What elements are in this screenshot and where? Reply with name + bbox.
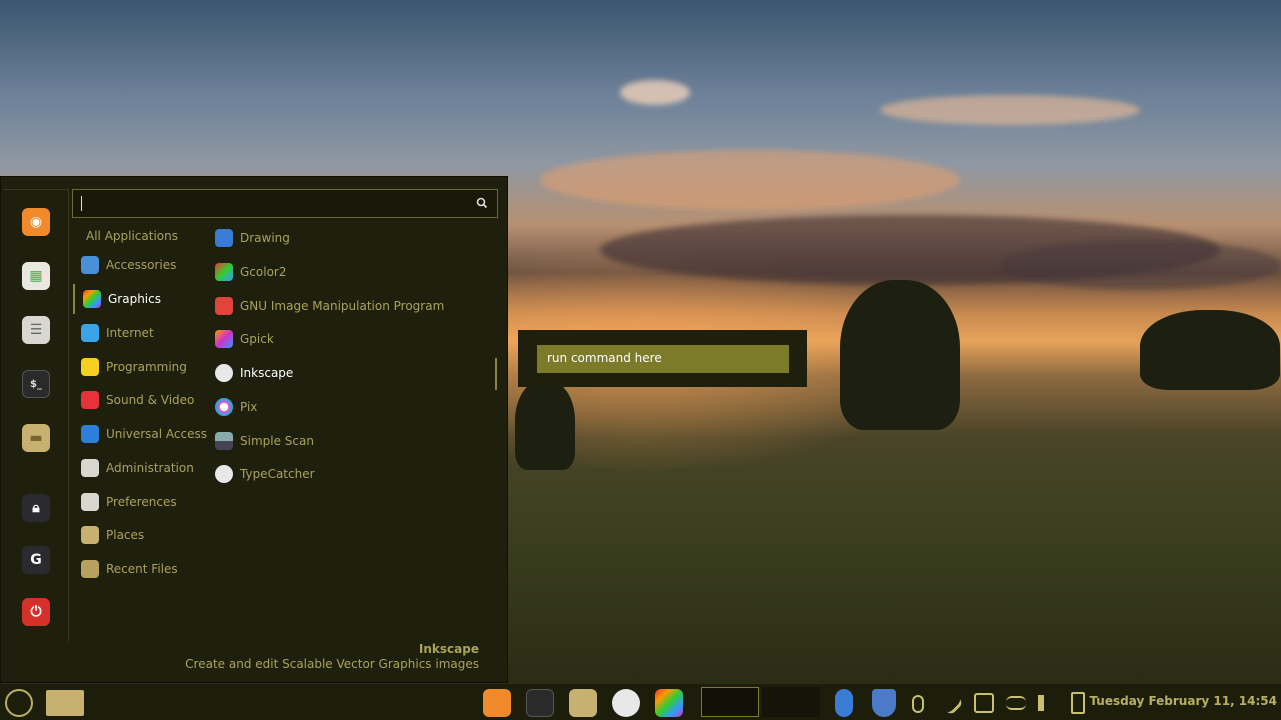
category-preferences[interactable]: Preferences <box>73 487 205 517</box>
run-command-dialog: run command here <box>518 330 807 387</box>
software-manager-icon[interactable]: ▦ <box>22 262 50 290</box>
description-text: Create and edit Scalable Vector Graphics… <box>185 657 479 671</box>
accessibility-icon <box>81 425 99 443</box>
clock[interactable]: Tuesday February 11, 14:54 <box>1089 694 1277 708</box>
category-internet[interactable]: Internet <box>73 318 205 348</box>
sound-video-icon <box>81 391 99 409</box>
update-manager-icon[interactable] <box>872 689 896 717</box>
graphics-app-icon[interactable] <box>655 689 683 717</box>
scrollbar[interactable] <box>495 358 497 390</box>
show-desktop-icon[interactable] <box>46 690 84 716</box>
drawing-icon <box>215 229 233 247</box>
network-disconnected-icon[interactable] <box>1006 696 1026 710</box>
category-programming[interactable]: Programming <box>73 352 205 382</box>
scanner-icon <box>215 432 233 450</box>
administration-icon <box>81 459 99 477</box>
app-pix[interactable]: Pix <box>211 392 491 422</box>
category-label: Sound & Video <box>106 393 195 407</box>
category-places[interactable]: Places <box>73 520 205 550</box>
category-recent-files[interactable]: Recent Files <box>73 554 205 584</box>
file-manager-icon[interactable] <box>569 689 597 717</box>
lightbulb-icon[interactable] <box>912 695 924 713</box>
terminal-icon[interactable]: $_ <box>22 370 50 398</box>
app-label: Inkscape <box>240 366 294 380</box>
category-graphics[interactable]: Graphics <box>73 284 205 314</box>
typecatcher-icon <box>215 465 233 483</box>
inkscape-icon <box>215 364 233 382</box>
category-label: Administration <box>106 461 194 475</box>
app-gimp[interactable]: GNU Image Manipulation Program <box>211 291 491 321</box>
category-accessories[interactable]: Accessories <box>73 250 205 280</box>
app-gpick[interactable]: Gpick <box>211 324 491 354</box>
settings-icon[interactable]: ☰ <box>22 316 50 344</box>
gcolor2-icon <box>215 263 233 281</box>
app-label: Drawing <box>240 231 290 245</box>
category-all-applications[interactable]: All Applications <box>73 221 205 251</box>
search-icon[interactable] <box>475 196 489 210</box>
bluetooth-icon[interactable] <box>835 689 853 717</box>
firefox-icon[interactable] <box>483 689 511 717</box>
taskbar: Tuesday February 11, 14:54 <box>0 683 1281 720</box>
screenshot-icon[interactable] <box>974 693 994 713</box>
lock-icon[interactable]: 🔒︎ <box>22 494 50 522</box>
pix-icon <box>215 398 233 416</box>
app-label: Gpick <box>240 332 274 346</box>
graphics-icon <box>83 290 101 308</box>
description-title: Inkscape <box>418 642 479 656</box>
programming-icon <box>81 358 99 376</box>
firefox-icon[interactable]: ◉ <box>22 208 50 236</box>
folder-icon[interactable]: ▬ <box>22 424 50 452</box>
recent-files-icon <box>81 560 99 578</box>
app-description: Inkscape Create and edit Scalable Vector… <box>185 642 479 671</box>
category-label: Graphics <box>108 292 161 306</box>
logout-icon[interactable]: G <box>22 546 50 574</box>
category-administration[interactable]: Administration <box>73 453 205 483</box>
gimp-icon <box>215 297 233 315</box>
inkscape-icon[interactable] <box>612 689 640 717</box>
app-inkscape[interactable]: Inkscape <box>211 358 491 388</box>
app-drawing[interactable]: Drawing <box>211 223 491 253</box>
app-label: Simple Scan <box>240 434 314 448</box>
workspace-2[interactable] <box>762 687 820 717</box>
app-label: GNU Image Manipulation Program <box>240 299 445 313</box>
category-label: Preferences <box>106 495 177 509</box>
preferences-icon <box>81 493 99 511</box>
power-icon[interactable]: ⏻ <box>22 598 50 626</box>
application-menu: ◉ ▦ ☰ $_ ▬ 🔒︎ G ⏻ All Applications Acces… <box>0 176 508 683</box>
app-simple-scan[interactable]: Simple Scan <box>211 426 491 456</box>
volume-icon[interactable] <box>1038 695 1054 711</box>
app-label: TypeCatcher <box>240 467 315 481</box>
category-label: Accessories <box>106 258 177 272</box>
category-label: Recent Files <box>106 562 178 576</box>
search-input[interactable] <box>72 189 498 218</box>
category-label: Internet <box>106 326 154 340</box>
gpick-icon <box>215 330 233 348</box>
text-cursor <box>81 196 82 211</box>
category-label: Universal Access <box>106 427 207 441</box>
internet-icon <box>81 324 99 342</box>
category-universal-access[interactable]: Universal Access <box>73 419 207 449</box>
category-label: Programming <box>106 360 187 374</box>
app-typecatcher[interactable]: TypeCatcher <box>211 459 491 489</box>
category-label: All Applications <box>86 229 178 243</box>
favorites-bar: ◉ ▦ ☰ $_ ▬ 🔒︎ G ⏻ <box>3 189 69 641</box>
color-picker-icon[interactable] <box>938 690 964 716</box>
battery-icon[interactable] <box>1071 692 1085 714</box>
run-command-input[interactable]: run command here <box>537 345 789 373</box>
app-label: Gcolor2 <box>240 265 287 279</box>
category-label: Places <box>106 528 145 542</box>
app-label: Pix <box>240 400 258 414</box>
accessories-icon <box>81 256 99 274</box>
places-folder-icon <box>81 526 99 544</box>
workspace-1[interactable] <box>701 687 759 717</box>
terminal-icon[interactable] <box>526 689 554 717</box>
app-gcolor2[interactable]: Gcolor2 <box>211 257 491 287</box>
mint-menu-icon[interactable] <box>5 689 33 717</box>
category-sound-video[interactable]: Sound & Video <box>73 385 205 415</box>
